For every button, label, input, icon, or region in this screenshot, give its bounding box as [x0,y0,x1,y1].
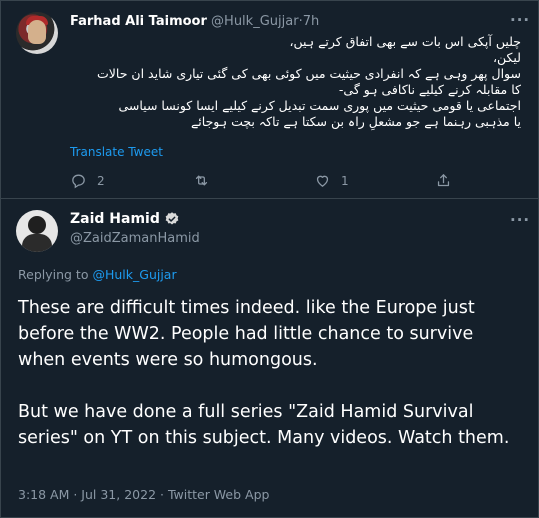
tweet-text-line: کا مقابلہ کرنے کیلیے ناکافی ہو گی- [338,82,521,97]
retweet-icon [195,175,208,186]
author-handle[interactable]: @Hulk_Gujjar [211,14,299,29]
reply-tweet[interactable]: Farhad Ali Taimoor @Hulk_Gujjar·7h ··· چ… [1,1,539,199]
avatar-body [22,234,52,252]
tweet-timestamp[interactable]: 3:18 AM · Jul 31, 2022 · Twitter Web App [18,487,269,502]
share-button[interactable] [435,172,452,189]
author-handle[interactable]: @ZaidZamanHamid [70,231,200,246]
tweet-time[interactable]: 7h [303,14,320,29]
tweet-paragraph: But we have done a full series "Zaid Ham… [18,402,510,448]
tweet-paragraph: These are difficult times indeed. like t… [18,298,475,370]
avatar[interactable] [16,12,58,54]
reply-button[interactable]: 2 [70,172,105,189]
share-icon [437,174,450,187]
avatar-head [28,216,46,234]
tweet-text: چلیں آپکی اس بات سے بھی اتفاق کرتے ہیں، … [70,34,521,130]
author-name-row: Zaid Hamid [70,211,180,227]
reply-icon [72,174,85,189]
replying-to: Replying to @Hulk_Gujjar [18,267,177,282]
tweet-text-line: اجتماعی یا قومی حیثیت میں پوری سمت تبدیل… [118,98,521,113]
tweet-text-line: چلیں آپکی اس بات سے بھی اتفاق کرتے ہیں، [289,34,521,49]
avatar[interactable] [16,210,58,252]
like-button[interactable]: 1 [314,172,349,189]
translate-tweet-link[interactable]: Translate Tweet [70,145,163,159]
like-icon [316,175,329,187]
author-name[interactable]: Farhad Ali Taimoor [70,14,207,29]
avatar-face [28,20,46,44]
replying-to-link[interactable]: @Hulk_Gujjar [92,267,176,282]
tweet-text: These are difficult times indeed. like t… [18,295,523,451]
reply-count: 2 [97,173,105,188]
tweet-text-line: سوال پھر وہی ہے کہ انفرادی حیثیت میں کوئ… [97,66,521,81]
reply-tweet-header: Farhad Ali Taimoor @Hulk_Gujjar·7h [70,14,319,29]
tweet-text-line: لیکن، [492,50,521,65]
tweet-text-line: یا مذہبی رہنما ہے جو مشعلِ راہ بن سکتا ہ… [190,114,521,129]
verified-badge-icon [165,212,179,225]
like-count: 1 [341,173,349,188]
tweet-actions: 2 1 [70,172,470,190]
more-icon[interactable]: ··· [510,11,530,29]
author-name[interactable]: Zaid Hamid [70,211,160,227]
tweet-thread-frame: Farhad Ali Taimoor @Hulk_Gujjar·7h ··· چ… [0,0,539,518]
retweet-button[interactable] [193,172,220,189]
replying-to-label: Replying to [18,267,89,282]
more-icon[interactable]: ··· [510,211,530,229]
